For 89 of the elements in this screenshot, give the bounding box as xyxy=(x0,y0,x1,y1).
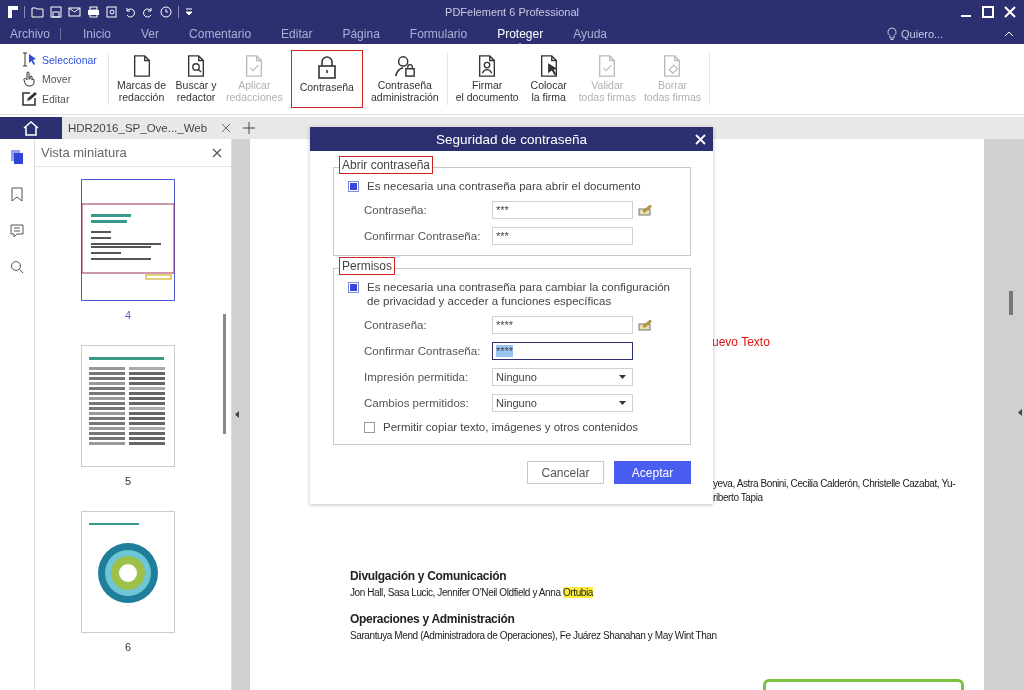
expand-panel-icon[interactable] xyxy=(1018,409,1022,416)
section-heading: Divulgación y Comunicación xyxy=(350,569,508,583)
collapse-ribbon-icon[interactable] xyxy=(1004,31,1014,37)
group-legend: Permisos xyxy=(339,257,395,275)
menu-tab[interactable]: Archivo xyxy=(10,27,50,41)
panel-title: Vista miniatura xyxy=(41,145,127,160)
password-field[interactable]: *** xyxy=(492,201,633,219)
tool-button[interactable]: Editar xyxy=(22,91,104,106)
checkbox-label[interactable]: Es necesaria una contraseña para cambiar la configuración de privacidad y acceder a funciones específicas xyxy=(367,280,678,308)
collapse-panel-icon[interactable] xyxy=(235,411,239,418)
menu-tab[interactable]: Página xyxy=(342,27,380,41)
ribbon-button[interactable]: Contraseña administración xyxy=(366,50,443,108)
menu-tab[interactable]: Inicio xyxy=(83,27,112,41)
page-text: Sarantuya Mend (Administradora de Operaciones), Fe Juárez Shanahan y May Wint Than xyxy=(350,630,717,641)
ribbon-button[interactable]: Contraseña xyxy=(290,50,363,108)
ribbon-button[interactable]: Marcas de redacción xyxy=(113,50,171,108)
folder-icon[interactable] xyxy=(31,6,44,18)
tool-button[interactable]: Mover xyxy=(22,71,104,87)
lightbulb-icon xyxy=(887,27,897,41)
history-icon[interactable] xyxy=(160,6,172,18)
window-title: PDFelement 6 Professional xyxy=(445,6,579,18)
group-legend: Abrir contraseña xyxy=(339,156,434,174)
select-cursor-icon xyxy=(22,52,37,67)
menu-tab[interactable]: Formulario xyxy=(409,27,468,41)
page-text: riberto Tapia xyxy=(713,492,764,503)
redo-icon[interactable] xyxy=(142,6,154,18)
edit-icon xyxy=(22,91,37,106)
menu-tab[interactable]: Comentario xyxy=(189,27,252,41)
comment-icon[interactable] xyxy=(10,224,24,238)
scrollbar-thumb[interactable] xyxy=(223,314,226,434)
page-text: Jon Hall, Sasa Lucic, Jennifer O’Neil Oldfield y Anna Ortubia xyxy=(350,587,595,598)
field-label: Confirmar Contraseña: xyxy=(364,345,482,357)
scrollbar-thumb[interactable] xyxy=(1009,291,1013,315)
dropdown-arrow-icon xyxy=(619,375,626,379)
menu-tab[interactable]: Ayuda xyxy=(573,27,607,41)
customize-icon[interactable] xyxy=(185,7,193,17)
page-text: yeva, Astra Bonini, Cecilia Calderón, Christelle Cazabat, Yu- xyxy=(713,478,956,489)
password-field[interactable]: **** xyxy=(492,342,633,360)
ribbon-button[interactable]: Colocar la firma xyxy=(522,50,575,108)
new-tab-icon[interactable] xyxy=(243,122,256,134)
document-tab[interactable]: HDR2016_SP_Ove..._Web xyxy=(62,117,238,139)
ribbon-button[interactable]: Firmar el documento xyxy=(451,50,523,108)
checkbox-label[interactable]: Permitir copiar texto, imágenes y otros contenidos xyxy=(383,420,639,434)
print-icon[interactable] xyxy=(87,6,100,18)
pencil-notepad-icon[interactable] xyxy=(638,319,652,331)
tool-button[interactable]: Seleccionar xyxy=(22,52,104,67)
mail-icon[interactable] xyxy=(68,6,81,18)
field-label: Contraseña: xyxy=(364,319,428,331)
accept-button[interactable]: Aceptar xyxy=(614,461,691,484)
dropdown-arrow-icon xyxy=(619,401,626,405)
cancel-button[interactable]: Cancelar xyxy=(527,461,604,484)
home-icon xyxy=(23,120,39,136)
checkbox[interactable] xyxy=(348,181,359,192)
home-button[interactable] xyxy=(0,117,62,139)
dropdown[interactable]: Ninguno xyxy=(492,394,633,412)
section-heading: Operaciones y Administración xyxy=(350,612,516,626)
dialog-title: Seguridad de contraseña xyxy=(436,131,587,147)
field-label: Confirmar Contraseña: xyxy=(364,230,482,242)
preview-icon[interactable] xyxy=(106,6,118,18)
thumbnails-icon[interactable] xyxy=(10,149,24,165)
checkbox[interactable] xyxy=(348,282,359,293)
lock-icon xyxy=(315,55,338,79)
page-number: 4 xyxy=(124,309,132,321)
pencil-notepad-icon[interactable] xyxy=(638,204,652,216)
tell-me-field[interactable]: Quiero... xyxy=(901,28,944,40)
undo-icon[interactable] xyxy=(124,6,136,18)
search-icon[interactable] xyxy=(10,260,24,274)
hand-icon xyxy=(22,71,37,87)
field-label: Impresión permitida: xyxy=(364,371,470,383)
field-label: Contraseña: xyxy=(364,204,428,216)
page-number: 5 xyxy=(124,475,132,487)
save-icon[interactable] xyxy=(50,6,62,18)
page-number: 6 xyxy=(124,641,132,653)
page-text: uevo Texto xyxy=(712,335,770,349)
menu-tab[interactable]: Editar xyxy=(281,27,313,41)
maximize-icon[interactable] xyxy=(982,6,994,18)
ribbon-button[interactable]: Buscar y redactor xyxy=(170,50,223,108)
close-icon[interactable] xyxy=(212,147,222,158)
bookmark-icon[interactable] xyxy=(11,187,23,202)
dropdown[interactable]: Ninguno xyxy=(492,368,633,386)
app-logo-icon xyxy=(8,6,18,18)
page-thumbnail[interactable] xyxy=(81,179,175,301)
password-field[interactable]: **** xyxy=(492,316,633,334)
menu-tab[interactable]: Ver xyxy=(141,27,160,41)
user-lock-icon xyxy=(393,55,416,77)
checkbox-label[interactable]: Es necesaria una contraseña para abrir el documento xyxy=(367,179,641,193)
checkbox[interactable] xyxy=(364,422,375,433)
field-label: Cambios permitidos: xyxy=(364,397,470,409)
password-field[interactable]: *** xyxy=(492,227,633,245)
